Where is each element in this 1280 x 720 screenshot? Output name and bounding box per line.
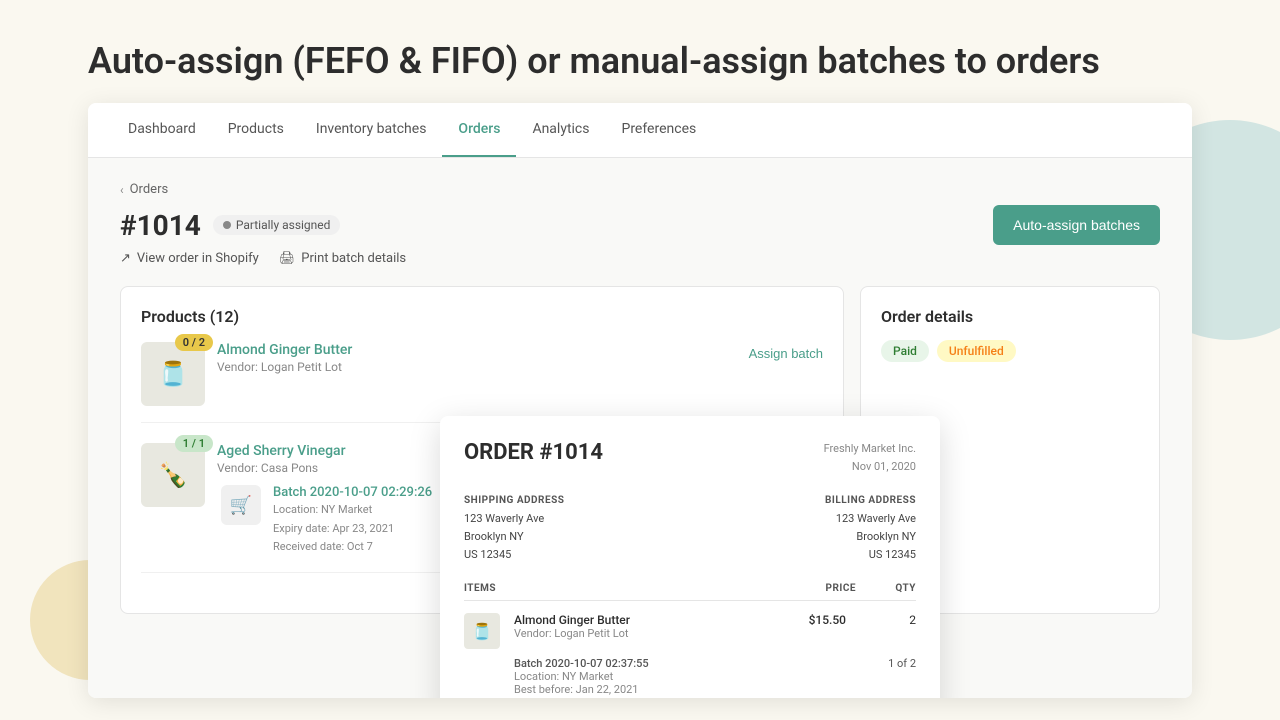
price-col-label: PRICE	[776, 583, 856, 594]
receipt-item-name: Almond Ginger Butter	[514, 613, 756, 627]
receipt-items-header: ITEMS PRICE QTY	[464, 583, 916, 601]
shipping-label: SHIPPING ADDRESS	[464, 495, 682, 506]
receipt-batch-best-before: Best before: Jan 22, 2021	[514, 683, 846, 696]
print-icon: 🖨	[279, 251, 296, 266]
order-panel-title: Order details	[881, 307, 1139, 326]
billing-line3: US 12345	[698, 546, 916, 564]
print-batch-link[interactable]: 🖨 Print batch details	[279, 251, 406, 266]
receipt-overlay: ORDER #1014 Freshly Market Inc. Nov 01, …	[440, 416, 940, 698]
receipt-date: Nov 01, 2020	[824, 458, 916, 476]
auto-assign-button[interactable]: Auto-assign batches	[993, 205, 1160, 245]
items-col-label: ITEMS	[464, 583, 776, 594]
product-info-almond: Almond Ginger Butter Vendor: Logan Petit…	[217, 342, 737, 374]
nav-item-preferences[interactable]: Preferences	[605, 103, 712, 157]
qty-badge-almond: 0 / 2	[175, 334, 213, 351]
billing-address-block: BILLING ADDRESS 123 Waverly Ave Brooklyn…	[698, 495, 916, 563]
product-img-wrap-vinegar: 🍾 1 / 1	[141, 443, 205, 507]
print-batch-label: Print batch details	[301, 251, 406, 266]
billing-label: BILLING ADDRESS	[698, 495, 916, 506]
receipt-item-details: Almond Ginger Butter Vendor: Logan Petit…	[514, 613, 756, 640]
receipt-batch-info: Batch 2020-10-07 02:37:55 Location: NY M…	[514, 657, 846, 696]
order-header: #1014 Partially assigned Auto-assign bat…	[120, 205, 1160, 245]
order-title-row: #1014 Partially assigned	[120, 209, 340, 242]
badge-paid: Paid	[881, 340, 929, 362]
receipt-batch-location: Location: NY Market	[514, 670, 846, 683]
shipping-line2: Brooklyn NY	[464, 528, 682, 546]
badge-unfulfilled: Unfulfilled	[937, 340, 1016, 362]
billing-line2: Brooklyn NY	[698, 528, 916, 546]
qty-badge-vinegar: 1 / 1	[175, 435, 213, 452]
content-area: ‹ Orders #1014 Partially assigned Auto-a…	[88, 158, 1192, 698]
receipt-header: ORDER #1014 Freshly Market Inc. Nov 01, …	[464, 440, 916, 475]
status-label: Partially assigned	[236, 218, 331, 232]
view-shopify-label: View order in Shopify	[137, 251, 259, 266]
receipt-batch-row: Batch 2020-10-07 02:37:55 Location: NY M…	[464, 657, 916, 696]
product-name-almond[interactable]: Almond Ginger Butter	[217, 342, 737, 358]
status-dot-icon	[223, 221, 231, 229]
receipt-company: Freshly Market Inc.	[824, 440, 916, 458]
order-number: #1014	[120, 209, 201, 242]
product-item: 🫙 0 / 2 Almond Ginger Butter Vendor: Log…	[141, 342, 823, 423]
product-vendor-almond: Vendor: Logan Petit Lot	[217, 360, 737, 374]
nav-item-analytics[interactable]: Analytics	[516, 103, 605, 157]
action-links: ↗ View order in Shopify 🖨 Print batch de…	[120, 251, 1160, 266]
receipt-batch-name: Batch 2020-10-07 02:37:55	[514, 657, 846, 670]
qty-col-label: QTY	[856, 583, 916, 594]
status-badge: Partially assigned	[213, 215, 341, 235]
breadcrumb[interactable]: ‹ Orders	[120, 182, 1160, 197]
receipt-item-price: $15.50	[766, 613, 846, 627]
shipping-address-block: SHIPPING ADDRESS 123 Waverly Ave Brookly…	[464, 495, 682, 563]
breadcrumb-arrow-icon: ‹	[120, 183, 124, 197]
shipping-line1: 123 Waverly Ave	[464, 510, 682, 528]
receipt-item-vendor: Vendor: Logan Petit Lot	[514, 627, 756, 640]
shopify-icon: ↗	[120, 251, 131, 266]
page-heading: Auto-assign (FEFO & FIFO) or manual-assi…	[0, 0, 1280, 103]
receipt-item-image: 🫙	[464, 613, 500, 649]
receipt-batch-qty: 1 of 2	[856, 657, 916, 696]
assign-batch-button-almond[interactable]: Assign batch	[749, 342, 823, 365]
product-img-wrap: 🫙 0 / 2	[141, 342, 205, 406]
shipping-line3: US 12345	[464, 546, 682, 564]
nav-item-inventory-batches[interactable]: Inventory batches	[300, 103, 443, 157]
nav-item-dashboard[interactable]: Dashboard	[112, 103, 212, 157]
app-window: Dashboard Products Inventory batches Ord…	[88, 103, 1192, 698]
receipt-addresses: SHIPPING ADDRESS 123 Waverly Ave Brookly…	[464, 495, 916, 563]
main-grid: Products (12) 🫙 0 / 2 Almond Ginger Butt…	[120, 286, 1160, 614]
nav-bar: Dashboard Products Inventory batches Ord…	[88, 103, 1192, 158]
breadcrumb-label: Orders	[130, 182, 169, 197]
nav-item-products[interactable]: Products	[212, 103, 300, 157]
order-badges: Paid Unfulfilled	[881, 340, 1139, 362]
receipt-order-number: ORDER #1014	[464, 440, 603, 465]
products-panel-title: Products (12)	[141, 307, 823, 326]
product-image-almond: 🫙	[141, 342, 205, 406]
batch-icon: 🛒	[221, 485, 261, 525]
product-image-vinegar: 🍾	[141, 443, 205, 507]
nav-item-orders[interactable]: Orders	[442, 103, 516, 157]
receipt-item-qty: 2	[856, 613, 916, 627]
receipt-meta: Freshly Market Inc. Nov 01, 2020	[824, 440, 916, 475]
receipt-item-almond: 🫙 Almond Ginger Butter Vendor: Logan Pet…	[464, 613, 916, 649]
billing-line1: 123 Waverly Ave	[698, 510, 916, 528]
view-shopify-link[interactable]: ↗ View order in Shopify	[120, 251, 259, 266]
